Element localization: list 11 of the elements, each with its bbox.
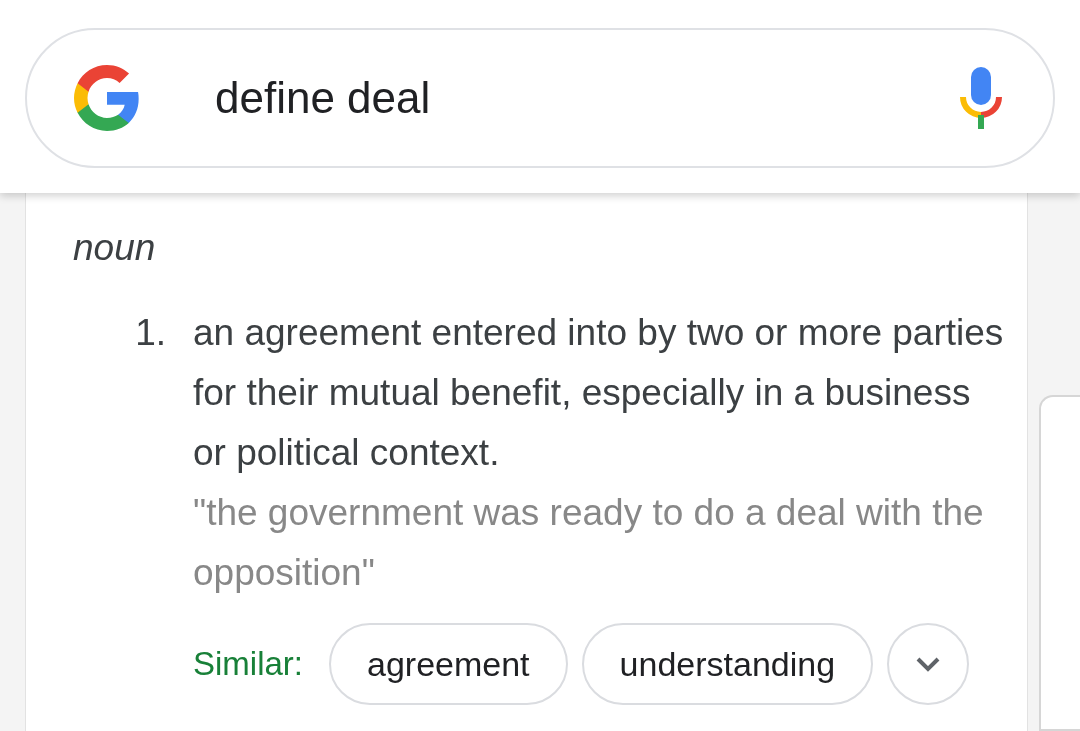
microphone-icon[interactable] [959,67,1003,129]
part-of-speech: noun [73,227,157,269]
chevron-down-icon [915,656,942,672]
synonym-chip[interactable]: agreement [329,623,568,705]
search-field[interactable]: define deal [25,28,1055,168]
definition-text: an agreement entered into by two or more parties for their mutual benefit, especially in a business or political context. [193,311,1005,475]
example-text: "the government was ready to do a deal with the opposition" [193,491,985,595]
synonym-chip[interactable]: understanding [581,623,874,705]
similar-label: Similar: [193,645,303,683]
search-query: define deal [215,73,432,123]
sense-number: 1. [134,311,167,355]
